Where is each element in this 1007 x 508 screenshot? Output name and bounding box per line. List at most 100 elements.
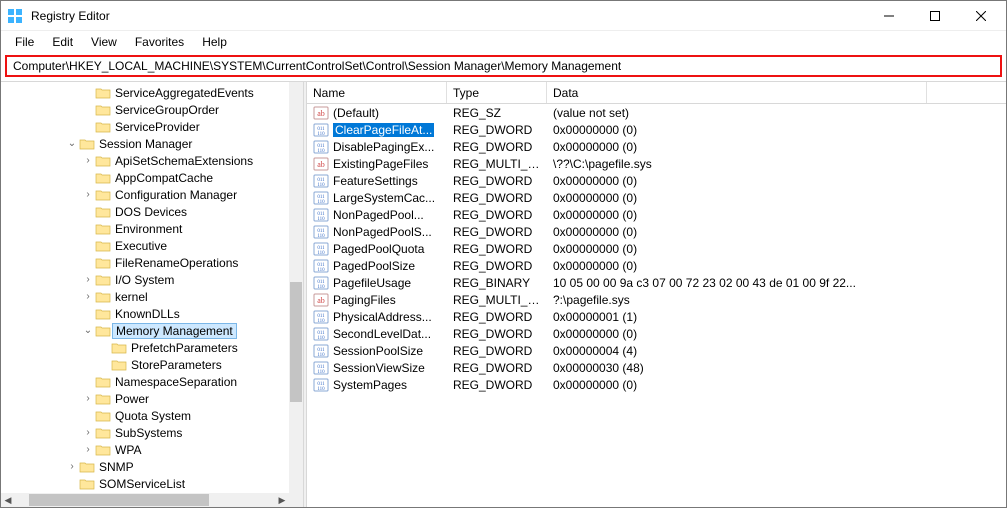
tree-item-label: PrefetchParameters xyxy=(129,341,240,355)
chevron-right-icon[interactable]: › xyxy=(81,427,95,438)
tree-item[interactable]: PrefetchParameters xyxy=(1,339,289,356)
chevron-right-icon[interactable]: › xyxy=(81,155,95,166)
scroll-left-arrow-icon[interactable]: ◀ xyxy=(1,493,15,507)
column-header-data[interactable]: Data xyxy=(547,82,927,103)
svg-text:110: 110 xyxy=(317,132,325,137)
menu-help[interactable]: Help xyxy=(194,33,235,51)
value-row[interactable]: 011110SecondLevelDat...REG_DWORD0x000000… xyxy=(307,325,1006,342)
tree-item[interactable]: ›WPA xyxy=(1,441,289,458)
values-list[interactable]: ab(Default)REG_SZ(value not set)011110Cl… xyxy=(307,104,1006,507)
chevron-right-icon[interactable]: › xyxy=(81,444,95,455)
tree-item[interactable]: NamespaceSeparation xyxy=(1,373,289,390)
tree-vscroll-thumb[interactable] xyxy=(290,282,302,402)
folder-icon xyxy=(95,171,111,185)
cell-type: REG_DWORD xyxy=(447,225,547,239)
value-row[interactable]: abExistingPageFilesREG_MULTI_SZ\??\C:\pa… xyxy=(307,155,1006,172)
chevron-right-icon[interactable]: › xyxy=(81,189,95,200)
value-row[interactable]: 011110NonPagedPool...REG_DWORD0x00000000… xyxy=(307,206,1006,223)
tree-item[interactable]: AppCompatCache xyxy=(1,169,289,186)
tree-item[interactable]: ›ApiSetSchemaExtensions xyxy=(1,152,289,169)
menu-file[interactable]: File xyxy=(7,33,42,51)
tree-item[interactable]: › I/O System xyxy=(1,271,289,288)
minimize-button[interactable] xyxy=(866,1,912,31)
chevron-down-icon[interactable]: ⌄ xyxy=(81,325,95,336)
tree-item-label: SOMServiceList xyxy=(97,477,187,491)
tree-item[interactable]: ›Configuration Manager xyxy=(1,186,289,203)
tree-item-label: Power xyxy=(113,392,151,406)
value-name: LargeSystemCac... xyxy=(333,191,435,205)
tree-item[interactable]: ›SubSystems xyxy=(1,424,289,441)
menu-edit[interactable]: Edit xyxy=(44,33,81,51)
tree-item-label: ServiceGroupOrder xyxy=(113,103,221,117)
value-row[interactable]: 011110PagedPoolQuotaREG_DWORD0x00000000 … xyxy=(307,240,1006,257)
tree-item-label: I/O System xyxy=(113,273,176,287)
folder-icon xyxy=(95,375,111,389)
value-row[interactable]: 011110SessionPoolSizeREG_DWORD0x00000004… xyxy=(307,342,1006,359)
value-row[interactable]: 011110ClearPageFileAt...REG_DWORD0x00000… xyxy=(307,121,1006,138)
tree-hscroll-thumb[interactable] xyxy=(29,494,209,506)
chevron-right-icon[interactable]: › xyxy=(81,393,95,404)
folder-icon xyxy=(95,273,111,287)
value-name: SecondLevelDat... xyxy=(333,327,431,341)
svg-text:110: 110 xyxy=(317,336,325,341)
tree-item[interactable]: ⌄Session Manager xyxy=(1,135,289,152)
value-row[interactable]: 011110PhysicalAddress...REG_DWORD0x00000… xyxy=(307,308,1006,325)
chevron-right-icon[interactable]: › xyxy=(65,461,79,472)
value-row[interactable]: 011110DisablePagingEx...REG_DWORD0x00000… xyxy=(307,138,1006,155)
tree-item[interactable]: ServiceAggregatedEvents xyxy=(1,84,289,101)
chevron-down-icon[interactable]: ⌄ xyxy=(65,138,79,149)
cell-name: 011110NonPagedPoolS... xyxy=(307,225,447,239)
cell-type: REG_MULTI_SZ xyxy=(447,293,547,307)
tree-item[interactable]: StoreParameters xyxy=(1,356,289,373)
address-bar[interactable]: Computer\HKEY_LOCAL_MACHINE\SYSTEM\Curre… xyxy=(5,55,1002,77)
value-row[interactable]: abPagingFilesREG_MULTI_SZ?:\pagefile.sys xyxy=(307,291,1006,308)
cell-type: REG_SZ xyxy=(447,106,547,120)
folder-icon xyxy=(95,256,111,270)
menu-favorites[interactable]: Favorites xyxy=(127,33,192,51)
cell-name: 011110PagedPoolSize xyxy=(307,259,447,273)
tree-item[interactable]: › Power xyxy=(1,390,289,407)
value-row[interactable]: 011110PagedPoolSizeREG_DWORD0x00000000 (… xyxy=(307,257,1006,274)
folder-icon xyxy=(79,460,95,474)
value-row[interactable]: 011110FeatureSettingsREG_DWORD0x00000000… xyxy=(307,172,1006,189)
folder-icon xyxy=(95,426,111,440)
close-button[interactable] xyxy=(958,1,1004,31)
tree-item[interactable]: Executive xyxy=(1,237,289,254)
svg-text:ab: ab xyxy=(317,296,325,305)
tree-item[interactable]: ServiceProvider xyxy=(1,118,289,135)
registry-tree[interactable]: ServiceAggregatedEvents ServiceGroupOrder… xyxy=(1,82,289,493)
folder-icon xyxy=(95,154,111,168)
tree-item[interactable]: ›SNMP xyxy=(1,458,289,475)
tree-item[interactable]: ›kernel xyxy=(1,288,289,305)
binary-value-icon: 011110 xyxy=(313,174,329,188)
chevron-right-icon[interactable]: › xyxy=(81,291,95,302)
value-row[interactable]: 011110SystemPagesREG_DWORD0x00000000 (0) xyxy=(307,376,1006,393)
folder-icon xyxy=(111,341,127,355)
scroll-right-arrow-icon[interactable]: ▶ xyxy=(275,493,289,507)
value-row[interactable]: 011110NonPagedPoolS...REG_DWORD0x0000000… xyxy=(307,223,1006,240)
tree-item[interactable]: Environment xyxy=(1,220,289,237)
value-row[interactable]: ab(Default)REG_SZ(value not set) xyxy=(307,104,1006,121)
cell-data: \??\C:\pagefile.sys xyxy=(547,157,927,171)
menu-view[interactable]: View xyxy=(83,33,125,51)
folder-icon xyxy=(95,239,111,253)
scroll-corner xyxy=(289,493,303,507)
column-header-name[interactable]: Name xyxy=(307,82,447,103)
tree-vscrollbar[interactable] xyxy=(289,82,303,493)
value-row[interactable]: 011110SessionViewSizeREG_DWORD0x00000030… xyxy=(307,359,1006,376)
tree-item[interactable]: KnownDLLs xyxy=(1,305,289,322)
chevron-right-icon[interactable]: › xyxy=(81,274,95,285)
value-row[interactable]: 011110LargeSystemCac...REG_DWORD0x000000… xyxy=(307,189,1006,206)
tree-item[interactable]: DOS Devices xyxy=(1,203,289,220)
folder-icon xyxy=(95,205,111,219)
tree-hscrollbar[interactable]: ◀ ▶ xyxy=(1,493,289,507)
column-header-type[interactable]: Type xyxy=(447,82,547,103)
tree-item[interactable]: SOMServiceList xyxy=(1,475,289,492)
tree-item[interactable]: Quota System xyxy=(1,407,289,424)
value-row[interactable]: 011110PagefileUsageREG_BINARY10 05 00 00… xyxy=(307,274,1006,291)
maximize-button[interactable] xyxy=(912,1,958,31)
tree-item[interactable]: ServiceGroupOrder xyxy=(1,101,289,118)
tree-item[interactable]: FileRenameOperations xyxy=(1,254,289,271)
tree-item[interactable]: ⌄Memory Management xyxy=(1,322,289,339)
cell-data: (value not set) xyxy=(547,106,927,120)
